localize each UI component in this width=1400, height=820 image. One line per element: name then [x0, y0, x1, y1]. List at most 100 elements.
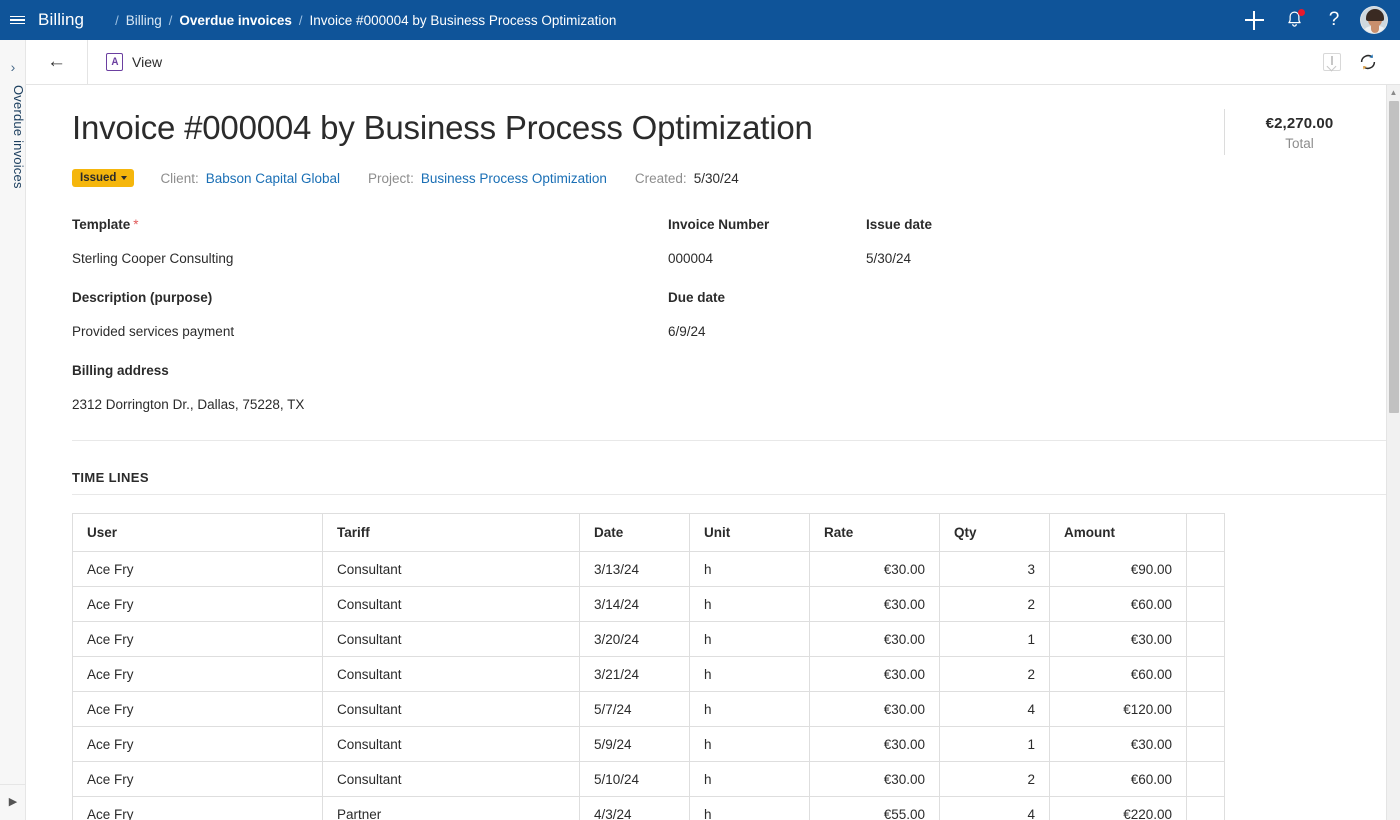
- cell-user: Ace Fry: [72, 621, 323, 657]
- cell-unit: h: [689, 621, 810, 657]
- cell-unit: h: [689, 726, 810, 762]
- cell-unit: h: [689, 761, 810, 797]
- download-icon[interactable]: [1322, 52, 1342, 72]
- cell-unit: h: [689, 586, 810, 622]
- cell-tariff: Consultant: [322, 691, 580, 727]
- cell-qty: 4: [939, 796, 1050, 820]
- table-row[interactable]: Ace Fry Consultant 5/7/24 h €30.00 4 €120.00: [72, 691, 1225, 727]
- chevron-right-icon[interactable]: ›: [0, 60, 26, 74]
- cell-row-actions[interactable]: [1186, 656, 1225, 692]
- cell-date: 3/21/24: [579, 656, 690, 692]
- cell-user: Ace Fry: [72, 761, 323, 797]
- hamburger-menu-icon[interactable]: [0, 0, 34, 40]
- table-row[interactable]: Ace Fry Consultant 3/14/24 h €30.00 2 €60.00: [72, 586, 1225, 622]
- cell-rate: €30.00: [809, 761, 940, 797]
- scrollbar-thumb[interactable]: [1389, 101, 1399, 413]
- cell-user: Ace Fry: [72, 726, 323, 762]
- invoice-fields: Template * Invoice Number Issue date Ster…: [72, 217, 1386, 430]
- pdf-icon-glyph: A: [110, 55, 119, 68]
- cell-tariff: Consultant: [322, 551, 580, 587]
- cell-amount: €60.00: [1049, 761, 1187, 797]
- column-header-tariff[interactable]: Tariff: [322, 513, 580, 552]
- cell-date: 5/7/24: [579, 691, 690, 727]
- cell-user: Ace Fry: [72, 691, 323, 727]
- cell-amount: €220.00: [1049, 796, 1187, 820]
- cell-rate: €30.00: [809, 551, 940, 587]
- vertical-scrollbar[interactable]: ▲: [1386, 85, 1400, 820]
- cell-row-actions[interactable]: [1186, 551, 1225, 587]
- invoice-detail-content: Invoice #000004 by Business Process Opti…: [26, 85, 1386, 820]
- sidebar-item-overdue-invoices[interactable]: Overdue invoices: [0, 85, 26, 189]
- table-row[interactable]: Ace Fry Consultant 5/9/24 h €30.00 1 €30.00: [72, 726, 1225, 762]
- add-new-button[interactable]: [1234, 0, 1274, 40]
- title-row: Invoice #000004 by Business Process Opti…: [72, 85, 1386, 155]
- user-avatar[interactable]: [1360, 6, 1388, 34]
- cell-tariff: Consultant: [322, 726, 580, 762]
- cell-row-actions[interactable]: [1186, 691, 1225, 727]
- cell-row-actions[interactable]: [1186, 586, 1225, 622]
- status-badge[interactable]: Issued: [72, 169, 135, 187]
- refresh-sync-icon[interactable]: [1358, 52, 1378, 72]
- breadcrumb-item-billing[interactable]: Billing: [126, 13, 162, 28]
- cell-row-actions[interactable]: [1186, 726, 1225, 762]
- cell-rate: €30.00: [809, 726, 940, 762]
- meta-client: Client: Babson Capital Global: [160, 171, 340, 186]
- notifications-button[interactable]: [1274, 0, 1314, 40]
- cell-amount: €90.00: [1049, 551, 1187, 587]
- invoice-number-value[interactable]: 000004: [668, 251, 866, 266]
- cell-unit: h: [689, 551, 810, 587]
- billing-address-value[interactable]: 2312 Dorrington Dr., Dallas, 75228, TX: [72, 397, 668, 412]
- invoice-meta-row: Issued Client: Babson Capital Global Pro…: [72, 169, 1386, 187]
- action-toolbar: ← A View: [26, 40, 1400, 85]
- template-value[interactable]: Sterling Cooper Consulting: [72, 251, 668, 266]
- cell-rate: €30.00: [809, 621, 940, 657]
- field-labels-row-3: Billing address: [72, 363, 1386, 397]
- issue-date-label: Issue date: [866, 217, 933, 232]
- left-collapsed-panel: › Overdue invoices ▶: [0, 40, 26, 820]
- app-title[interactable]: Billing: [38, 10, 84, 30]
- scroll-up-arrow-icon[interactable]: ▲: [1387, 85, 1400, 100]
- play-triangle-icon[interactable]: ▶: [0, 784, 26, 808]
- table-row[interactable]: Ace Fry Consultant 3/13/24 h €30.00 3 €90.00: [72, 551, 1225, 587]
- column-header-user[interactable]: User: [72, 513, 323, 552]
- table-row[interactable]: Ace Fry Consultant 5/10/24 h €30.00 2 €60.00: [72, 761, 1225, 797]
- cell-date: 5/10/24: [579, 761, 690, 797]
- column-header-rate[interactable]: Rate: [809, 513, 940, 552]
- column-header-amount[interactable]: Amount: [1049, 513, 1187, 552]
- table-header-row: User Tariff Date Unit Rate Qty Amount: [72, 513, 1225, 552]
- view-pdf-button[interactable]: A View: [88, 40, 176, 84]
- cell-date: 5/9/24: [579, 726, 690, 762]
- cell-row-actions[interactable]: [1186, 761, 1225, 797]
- table-row[interactable]: Ace Fry Partner 4/3/24 h €55.00 4 €220.00: [72, 796, 1225, 820]
- column-header-date[interactable]: Date: [579, 513, 690, 552]
- cell-amount: €120.00: [1049, 691, 1187, 727]
- help-button[interactable]: ?: [1314, 0, 1354, 40]
- breadcrumb-item-current-invoice: Invoice #000004 by Business Process Opti…: [309, 12, 617, 28]
- cell-row-actions[interactable]: [1186, 796, 1225, 820]
- client-link[interactable]: Babson Capital Global: [206, 171, 340, 186]
- created-value: 5/30/24: [693, 170, 739, 186]
- view-button-label: View: [132, 54, 163, 70]
- cell-amount: €30.00: [1049, 726, 1187, 762]
- description-value[interactable]: Provided services payment: [72, 324, 668, 339]
- cell-qty: 1: [939, 726, 1050, 762]
- table-row[interactable]: Ace Fry Consultant 3/21/24 h €30.00 2 €60.00: [72, 656, 1225, 692]
- breadcrumb-item-overdue-invoices[interactable]: Overdue invoices: [179, 13, 292, 28]
- time-lines-table: User Tariff Date Unit Rate Qty Amount Ac…: [72, 513, 1225, 820]
- breadcrumb: / Billing / Overdue invoices / Invoice #…: [108, 13, 616, 28]
- cell-row-actions[interactable]: [1186, 621, 1225, 657]
- field-values-row-1: Sterling Cooper Consulting 000004 5/30/2…: [72, 251, 1386, 290]
- column-header-qty[interactable]: Qty: [939, 513, 1050, 552]
- issue-date-value[interactable]: 5/30/24: [866, 251, 1064, 266]
- table-row[interactable]: Ace Fry Consultant 3/20/24 h €30.00 1 €30.00: [72, 621, 1225, 657]
- toolbar-right-actions: [1322, 52, 1400, 72]
- breadcrumb-separator: /: [115, 12, 119, 28]
- column-header-unit[interactable]: Unit: [689, 513, 810, 552]
- cell-user: Ace Fry: [72, 796, 323, 820]
- back-button[interactable]: ←: [26, 40, 88, 84]
- project-link[interactable]: Business Process Optimization: [421, 171, 607, 186]
- due-date-value[interactable]: 6/9/24: [668, 324, 866, 339]
- due-date-label: Due date: [668, 290, 726, 305]
- cell-qty: 2: [939, 586, 1050, 622]
- invoice-number-label: Invoice Number: [668, 217, 770, 232]
